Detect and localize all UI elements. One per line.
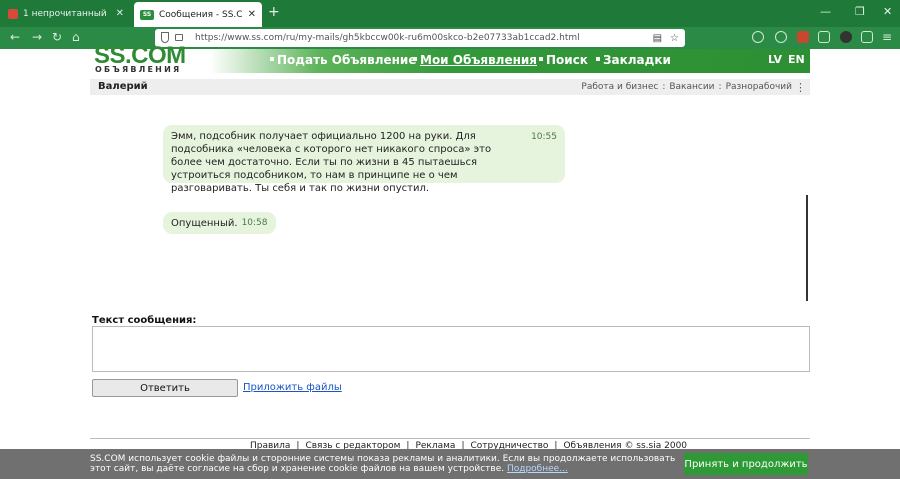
lang-lv-link[interactable]: LV xyxy=(768,53,782,66)
message-field-label: Текст сообщения: xyxy=(92,315,197,326)
breadcrumb-separator: : xyxy=(662,82,666,92)
cookie-banner: SS.COM использует cookie файлы и сторонн… xyxy=(0,449,900,479)
breadcrumb-separator: : xyxy=(718,82,722,92)
lang-en-link[interactable]: EN xyxy=(788,53,805,66)
menu-icon[interactable]: ≡ xyxy=(882,30,892,44)
close-window-button[interactable]: ✕ xyxy=(883,5,892,18)
menu-bullet-icon xyxy=(596,57,600,61)
messages-scrollbar[interactable] xyxy=(806,195,808,301)
pocket-icon[interactable] xyxy=(752,31,764,43)
conversation-header: Валерий Работа и бизнес: Вакансии: Разнора… xyxy=(90,79,810,95)
message-textarea[interactable] xyxy=(92,326,810,372)
forward-button[interactable]: → xyxy=(32,30,42,44)
close-icon[interactable]: ✕ xyxy=(116,8,124,19)
cookie-accept-button[interactable]: Принять и продолжить xyxy=(684,453,808,475)
reply-button[interactable]: Ответить xyxy=(92,379,238,397)
new-tab-button[interactable]: + xyxy=(268,4,280,20)
message-bubble: Эмм, подсобник получает официально 1200 … xyxy=(163,125,565,194)
home-button[interactable]: ⌂ xyxy=(72,30,80,44)
menu-bookmarks[interactable]: Закладки xyxy=(603,53,671,67)
cookie-text: SS.COM использует cookie файлы и сторонн… xyxy=(90,454,680,474)
cookie-message: SS.COM использует cookie файлы и сторонн… xyxy=(90,454,676,474)
contact-name: Валерий xyxy=(98,81,148,92)
extension-icon[interactable] xyxy=(840,31,852,43)
overflow-icon[interactable] xyxy=(861,31,873,43)
menu-my-ads[interactable]: Мои Объявления xyxy=(420,53,537,67)
extension-badge-icon[interactable] xyxy=(797,31,809,43)
reader-view-icon[interactable]: ▤ xyxy=(653,33,662,44)
cookie-more-link[interactable]: Подробнее... xyxy=(507,464,568,474)
message-bubble: Опущенный. 10:58 xyxy=(163,212,276,234)
attach-files-link[interactable]: Приложить файлы xyxy=(243,382,342,393)
breadcrumb-item[interactable]: Вакансии xyxy=(669,82,714,92)
reload-button[interactable]: ↻ xyxy=(52,30,62,44)
browser-tab-messages[interactable]: SS Сообщения - SS.COM ✕ xyxy=(134,2,262,27)
more-options-icon[interactable]: ⋮ xyxy=(795,81,806,94)
menu-bullet-icon xyxy=(539,57,543,61)
breadcrumb-item[interactable]: Работа и бизнес xyxy=(581,82,658,92)
message-text: Опущенный. xyxy=(171,217,238,229)
restore-button[interactable]: ❐ xyxy=(855,5,865,18)
tab-title: Сообщения - SS.COM xyxy=(159,9,242,20)
site-logo-subtitle: ОБЪЯВЛЕНИЯ xyxy=(95,65,182,74)
lock-icon[interactable] xyxy=(175,34,183,41)
account-icon[interactable] xyxy=(775,31,787,43)
url-text: https://www.ss.com/ru/my-mails/gh5kbccw0… xyxy=(195,33,580,43)
menu-bullet-icon xyxy=(413,57,417,61)
mail-favicon-icon xyxy=(8,8,18,19)
footer-divider xyxy=(90,438,810,439)
browser-tab-mail[interactable]: 1 непрочитанный - Просмотр ✕ xyxy=(2,2,130,25)
bookmark-star-icon[interactable]: ☆ xyxy=(670,33,679,44)
breadcrumb-item[interactable]: Разнорабочий xyxy=(726,82,792,92)
minimize-button[interactable]: — xyxy=(820,5,831,18)
message-time: 10:55 xyxy=(531,132,557,142)
extensions-icon[interactable] xyxy=(818,31,830,43)
main-menu: Подать Объявление Мои Объявления Поиск З… xyxy=(210,49,810,73)
ss-favicon-icon: SS xyxy=(140,9,154,20)
breadcrumb: Работа и бизнес: Вакансии: Разнорабочий xyxy=(581,82,792,92)
menu-search[interactable]: Поиск xyxy=(546,53,588,67)
close-icon[interactable]: ✕ xyxy=(248,9,256,20)
message-time: 10:58 xyxy=(241,217,268,228)
menu-bullet-icon xyxy=(270,57,274,61)
tab-title: 1 непрочитанный - Просмотр xyxy=(23,8,110,19)
back-button[interactable]: ← xyxy=(10,30,20,44)
menu-post-ad[interactable]: Подать Объявление xyxy=(277,53,416,67)
message-text: Эмм, подсобник получает официально 1200 … xyxy=(171,131,492,194)
browser-tab-strip: 1 непрочитанный - Просмотр ✕ SS Сообщени… xyxy=(0,0,900,27)
site-header: SS.COM ОБЪЯВЛЕНИЯ Подать Объявление Мои … xyxy=(90,42,810,74)
address-bar[interactable]: https://www.ss.com/ru/my-mails/gh5kbccw0… xyxy=(155,29,685,47)
